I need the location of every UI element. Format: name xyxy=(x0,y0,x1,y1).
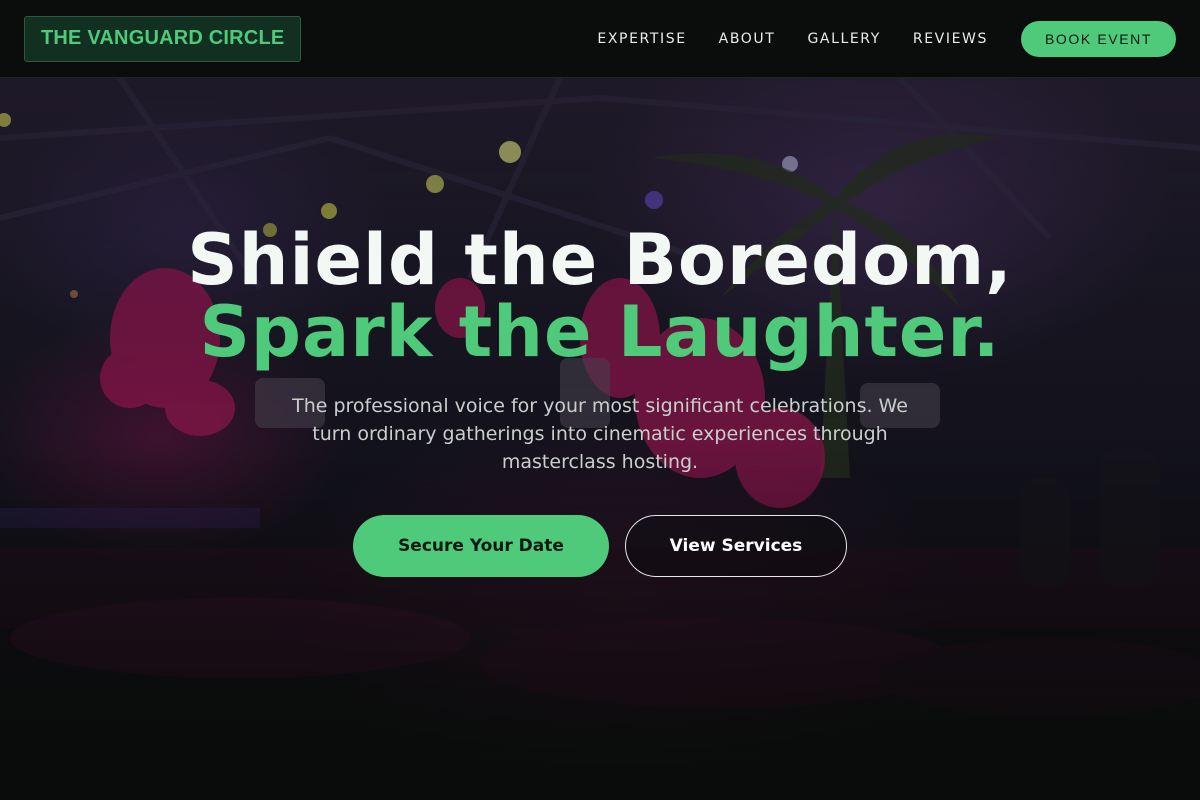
nav-link-reviews[interactable]: REVIEWS xyxy=(913,31,988,47)
nav-link-expertise[interactable]: EXPERTISE xyxy=(597,31,686,47)
hero-headline-line1: Shield the Boredom, xyxy=(187,219,1013,301)
nav-link-about[interactable]: ABOUT xyxy=(719,31,776,47)
site-logo[interactable]: THE VANGUARD CIRCLE xyxy=(24,15,302,62)
landing-page: THE VANGUARD CIRCLE EXPERTISE ABOUT GALL… xyxy=(0,0,1200,800)
site-header: THE VANGUARD CIRCLE EXPERTISE ABOUT GALL… xyxy=(0,0,1200,78)
hero-headline-line2: Spark the Laughter. xyxy=(199,291,1001,373)
view-services-button[interactable]: View Services xyxy=(625,515,847,577)
hero-subtext: The professional voice for your most sig… xyxy=(292,395,908,473)
nav-link-gallery[interactable]: GALLERY xyxy=(807,31,880,47)
book-event-button[interactable]: BOOK EVENT xyxy=(1020,20,1176,57)
hero-cta-group: Secure Your Date View Services xyxy=(0,515,1200,577)
main-nav: EXPERTISE ABOUT GALLERY REVIEWS BOOK EVE… xyxy=(597,20,1176,57)
secure-date-button[interactable]: Secure Your Date xyxy=(353,515,609,577)
